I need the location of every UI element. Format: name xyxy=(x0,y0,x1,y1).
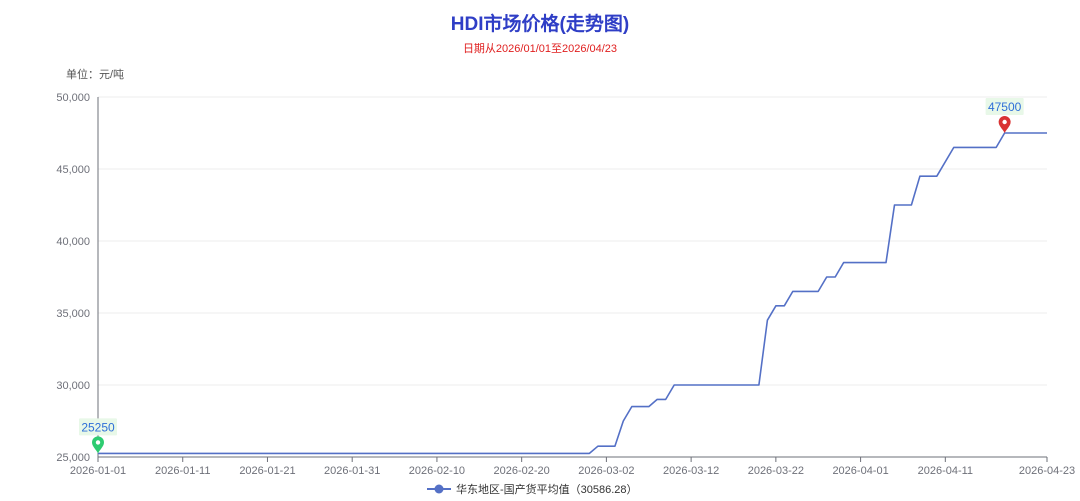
unit-label: 单位：元/吨 xyxy=(66,67,124,81)
y-tick-label: 40,000 xyxy=(56,236,90,248)
y-axis-ticks: 25,000 30,000 35,000 40,000 45,000 50,000 xyxy=(56,92,90,464)
legend[interactable]: 华东地区-国产货平均值（30586.28） xyxy=(427,482,638,496)
x-tick-label: 2026-03-22 xyxy=(748,465,804,477)
x-tick-label: 2026-01-01 xyxy=(70,465,126,477)
x-axis: 2026-01-01 2026-01-11 2026-01-21 2026-01-31… xyxy=(70,97,1075,477)
x-tick-label: 2026-01-21 xyxy=(239,465,295,477)
map-pin-icon xyxy=(998,116,1011,133)
y-tick-label: 50,000 xyxy=(56,92,90,104)
marker-label: 25250 xyxy=(81,420,115,434)
legend-label[interactable]: 华东地区-国产货平均值（30586.28） xyxy=(456,482,638,496)
x-tick-label: 2026-03-02 xyxy=(578,465,634,477)
y-tick-label: 25,000 xyxy=(56,452,90,464)
map-pin-icon xyxy=(92,436,104,454)
line-chart: 单位：元/吨 25,000 30,000 35,000 40,000 45,000 50,… xyxy=(56,67,1075,496)
annotations: 25250 47500 xyxy=(79,98,1024,454)
x-tick-label: 2026-01-31 xyxy=(324,465,380,477)
marker-label: 47500 xyxy=(988,100,1022,114)
max-value-marker: 47500 xyxy=(985,98,1024,133)
x-tick-label: 2026-01-11 xyxy=(155,465,210,477)
x-tick-label: 2026-03-12 xyxy=(663,465,719,477)
x-tick-label: 2026-04-11 xyxy=(918,465,973,477)
y-tick-label: 35,000 xyxy=(56,308,90,320)
y-tick-label: 30,000 xyxy=(56,380,90,392)
series-lines xyxy=(98,132,1047,455)
grid-lines xyxy=(98,96,1047,386)
x-tick-label: 2026-02-20 xyxy=(494,465,550,477)
x-tick-label: 2026-02-10 xyxy=(409,465,465,477)
series-line xyxy=(98,132,1047,455)
pin-dot xyxy=(1002,119,1007,125)
y-tick-label: 45,000 xyxy=(56,164,90,176)
x-tick-label: 2026-04-01 xyxy=(832,465,888,477)
pin-dot xyxy=(95,440,101,445)
legend-marker xyxy=(434,484,444,494)
x-tick-label: 2026-04-23 xyxy=(1019,465,1075,477)
